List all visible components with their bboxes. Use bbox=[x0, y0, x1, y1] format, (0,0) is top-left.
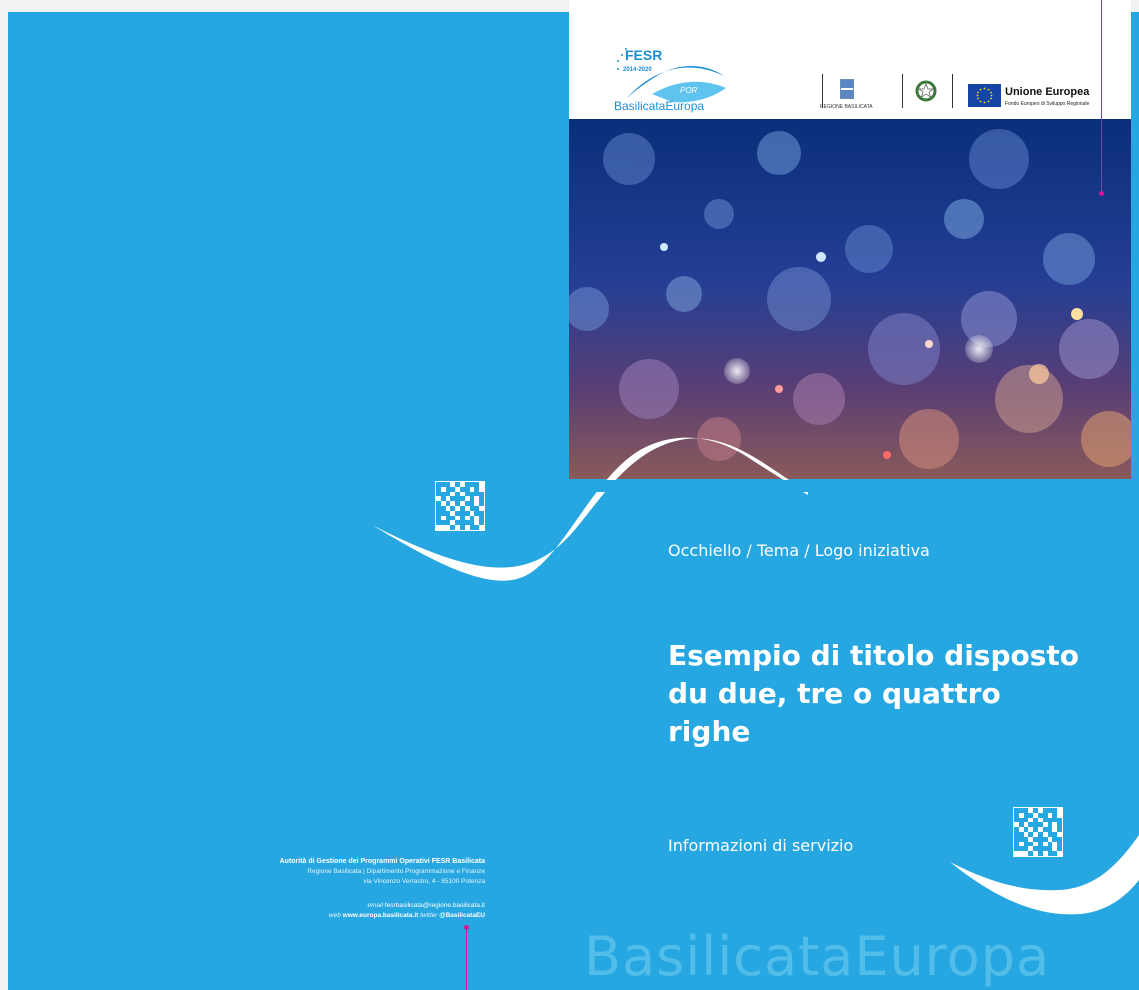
brand-watermark: BasilicataEuropa bbox=[584, 925, 1051, 988]
guide-marker-line bbox=[1101, 0, 1102, 193]
guide-marker-dot bbox=[464, 925, 469, 930]
twitter-label: twitter bbox=[420, 912, 438, 919]
email-label: email bbox=[367, 902, 383, 909]
qr-code-back[interactable] bbox=[435, 481, 485, 531]
department-line: Regione Basilicata | Dipartimento Progra… bbox=[307, 868, 485, 875]
back-contacts-block: Autorità di Gestione dei Programmi Opera… bbox=[280, 857, 485, 921]
guide-marker-dot bbox=[1099, 191, 1104, 196]
white-wave-shapes bbox=[372, 437, 1139, 915]
email-line: email fesrbasilicata@regione.basilicata.… bbox=[280, 901, 485, 911]
service-info-text: Informazioni di servizio bbox=[668, 836, 854, 855]
email-link[interactable]: fesrbasilicata@regione.basilicata.it bbox=[385, 902, 485, 909]
qr-code-icon bbox=[1013, 807, 1063, 857]
guide-marker-line bbox=[466, 927, 467, 990]
web-link[interactable]: www.europa.basilicata.it bbox=[343, 912, 419, 919]
web-line: web www.europa.basilicata.it twitter @Ba… bbox=[280, 911, 485, 921]
qr-code-icon bbox=[435, 481, 485, 531]
authority-name: Autorità di Gestione dei Programmi Opera… bbox=[279, 858, 485, 865]
address-line: via Vincenzo Verrastro, 4 - 85100 Potenz… bbox=[363, 878, 485, 885]
web-label: web bbox=[328, 912, 341, 919]
qr-code-cover[interactable] bbox=[1013, 807, 1063, 857]
cover-title: Esempio di titolo disposto du due, tre o… bbox=[668, 639, 1080, 748]
occhiello-text: Occhiello / Tema / Logo iniziativa bbox=[668, 541, 930, 560]
twitter-handle[interactable]: @BasilicataEU bbox=[439, 912, 485, 919]
